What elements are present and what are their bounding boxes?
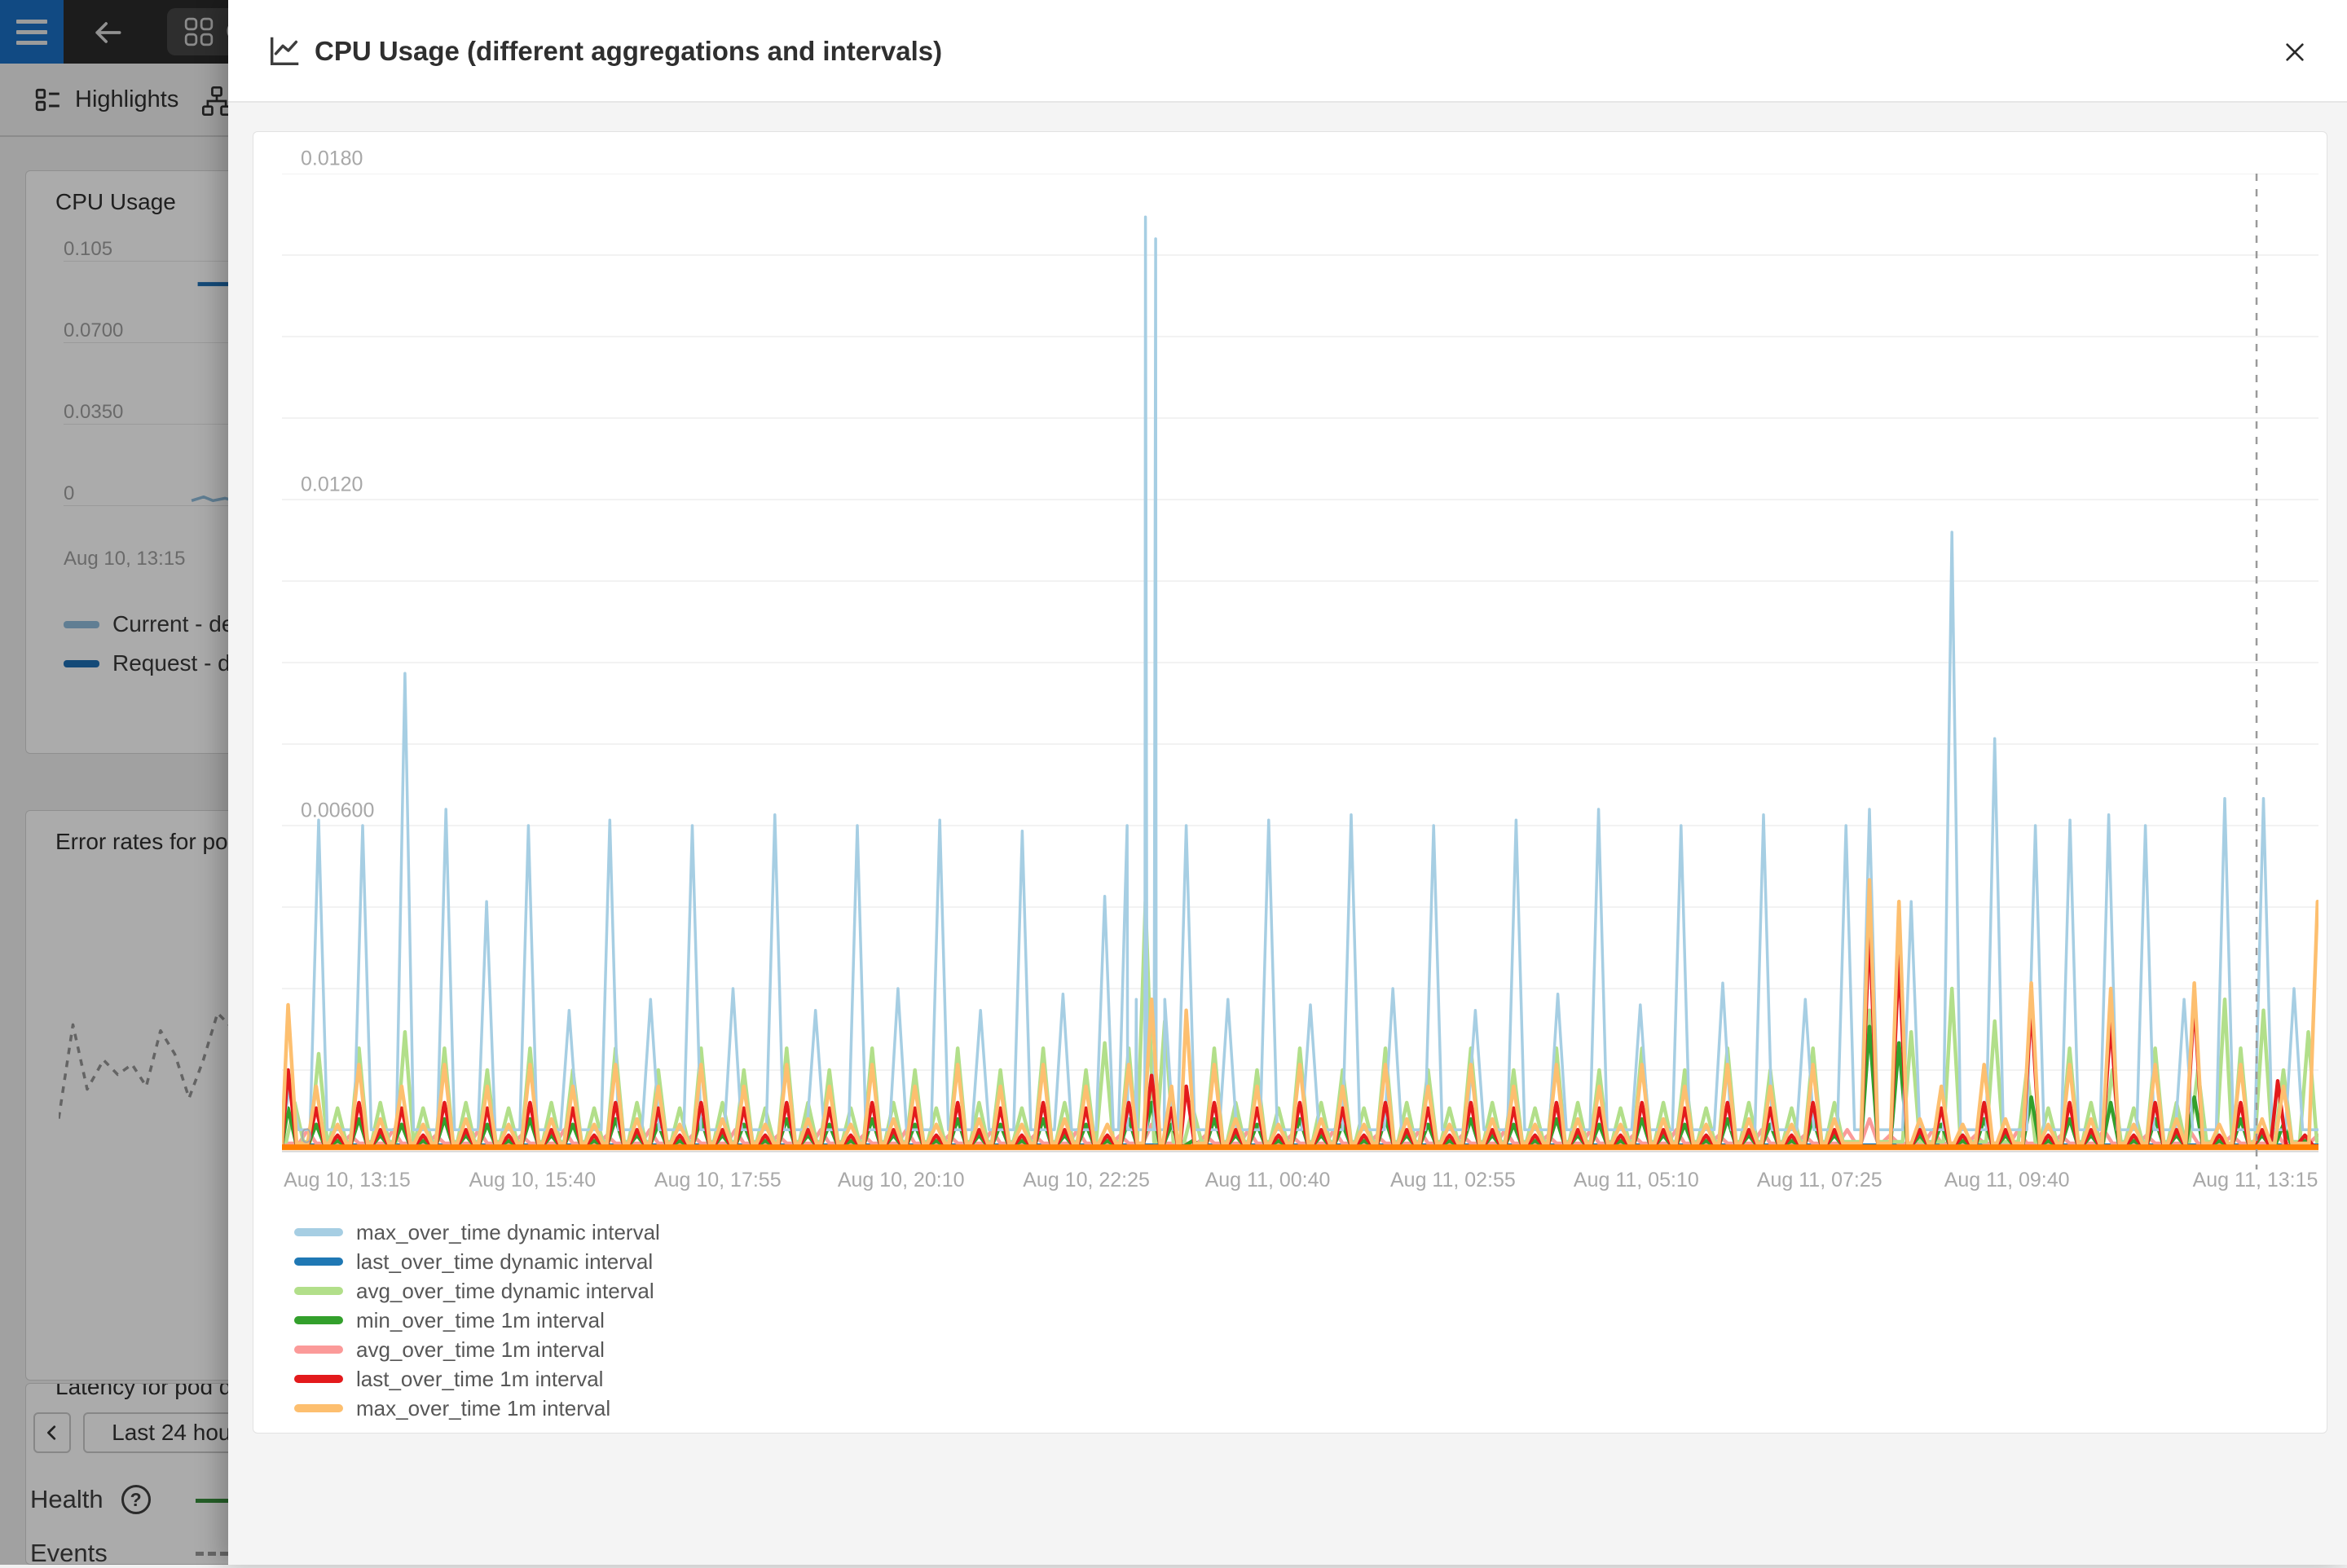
legend-label: min_over_time 1m interval (356, 1308, 605, 1333)
legend-label: avg_over_time 1m interval (356, 1337, 605, 1363)
legend-swatch (294, 1404, 343, 1412)
chart-plot-area[interactable] (282, 174, 2318, 1169)
modal-header: CPU Usage (different aggregations and in… (228, 0, 2347, 103)
legend-item[interactable]: last_over_time dynamic interval (294, 1247, 660, 1276)
chart-detail-modal: CPU Usage (different aggregations and in… (228, 0, 2347, 1565)
modal-title: CPU Usage (different aggregations and in… (315, 0, 942, 103)
chart-panel: 0.0180 0.0120 0.00600 0 Aug 10, 13:15 Aug 10… (253, 131, 2327, 1434)
x-tick-label: Aug 11, 07:25 (1757, 1169, 1882, 1192)
y-tick-label: 0.0120 (301, 473, 363, 497)
series-max-over-time-dynamic-interval (282, 217, 2318, 1130)
legend-swatch (294, 1257, 343, 1266)
x-tick-label: Aug 10, 17:55 (654, 1169, 782, 1192)
x-tick-label: Aug 11, 00:40 (1205, 1169, 1331, 1192)
y-tick-label: 0 (301, 1125, 312, 1149)
legend-item[interactable]: avg_over_time dynamic interval (294, 1276, 660, 1306)
x-tick-label: Aug 11, 13:15 (2193, 1169, 2318, 1192)
close-button[interactable] (2279, 36, 2311, 68)
legend-label: last_over_time 1m interval (356, 1367, 603, 1392)
line-chart-icon (266, 33, 303, 74)
x-tick-label: Aug 11, 09:40 (1944, 1169, 2070, 1192)
legend-item[interactable]: avg_over_time 1m interval (294, 1335, 660, 1364)
legend-swatch (294, 1287, 343, 1295)
x-tick-label: Aug 10, 22:25 (1023, 1169, 1150, 1192)
legend-item[interactable]: last_over_time 1m interval (294, 1364, 660, 1394)
legend-item[interactable]: min_over_time 1m interval (294, 1306, 660, 1335)
legend-swatch (294, 1316, 343, 1324)
chart-legend: max_over_time dynamic interval last_over_… (294, 1218, 660, 1423)
legend-item[interactable]: max_over_time 1m interval (294, 1394, 660, 1423)
y-tick-label: 0.00600 (301, 799, 374, 823)
x-tick-label: Aug 10, 13:15 (284, 1169, 411, 1192)
legend-item[interactable]: max_over_time dynamic interval (294, 1218, 660, 1247)
legend-label: last_over_time dynamic interval (356, 1249, 653, 1275)
legend-label: avg_over_time dynamic interval (356, 1279, 654, 1304)
legend-label: max_over_time 1m interval (356, 1396, 610, 1421)
y-tick-label: 0.0180 (301, 148, 363, 171)
series-last-over-time-1m-interval (282, 923, 2318, 1146)
close-icon (2282, 39, 2308, 65)
x-tick-label: Aug 10, 15:40 (469, 1169, 597, 1192)
legend-swatch (294, 1346, 343, 1354)
x-tick-label: Aug 11, 02:55 (1390, 1169, 1516, 1192)
x-tick-label: Aug 10, 20:10 (838, 1169, 965, 1192)
legend-swatch (294, 1375, 343, 1383)
x-tick-label: Aug 11, 05:10 (1574, 1169, 1699, 1192)
legend-swatch (294, 1228, 343, 1236)
legend-label: max_over_time dynamic interval (356, 1220, 660, 1245)
